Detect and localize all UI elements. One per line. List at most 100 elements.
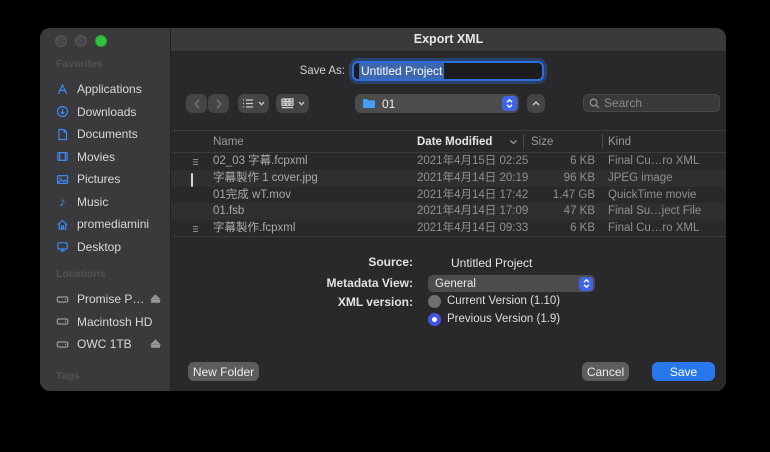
table-row[interactable]: 01完成 wT.mov 2021年4月14日 17:42 1.47 GB Qui… xyxy=(171,187,726,204)
new-folder-button[interactable]: New Folder xyxy=(188,362,259,381)
sidebar-item-label: Promise P… xyxy=(77,292,144,306)
documents-icon xyxy=(55,127,70,142)
sidebar-item-label: Desktop xyxy=(77,240,121,254)
search-field[interactable] xyxy=(583,94,720,112)
metadata-view-dropdown[interactable]: General xyxy=(428,275,595,292)
sidebar-item-applications[interactable]: Applications xyxy=(40,78,170,101)
xml-version-label: XML version: xyxy=(171,295,413,309)
sort-descending-icon xyxy=(509,136,518,148)
table-row[interactable]: 字幕製作.fcpxml 2021年4月14日 09:33 6 KB Final … xyxy=(171,220,726,237)
screen: Favorites Applications Downloads Documen… xyxy=(0,0,770,452)
file-kind: JPEG image xyxy=(608,170,673,187)
sidebar-item-label: Music xyxy=(77,195,108,209)
cancel-button[interactable]: Cancel xyxy=(582,362,629,381)
save-button[interactable]: Save xyxy=(652,362,715,381)
save-as-label: Save As: xyxy=(171,62,345,80)
radio-icon[interactable] xyxy=(428,295,441,308)
radio-current-version[interactable]: Current Version (1.10) xyxy=(428,294,560,308)
sidebar: Favorites Applications Downloads Documen… xyxy=(40,28,171,391)
folder-dropdown[interactable]: 01 xyxy=(355,94,519,113)
sidebar-item-desktop[interactable]: Desktop xyxy=(40,236,170,259)
file-name: 字幕製作 1 cover.jpg xyxy=(213,170,318,187)
eject-icon[interactable] xyxy=(150,338,161,349)
sidebar-header-locations: Locations xyxy=(40,266,170,282)
column-divider xyxy=(602,134,603,149)
stepper-icon xyxy=(579,277,593,291)
chevron-left-icon xyxy=(193,99,201,109)
stepper-icon xyxy=(502,96,517,111)
dialog-main: Export XML Save As: Untitled Project xyxy=(171,28,726,391)
folder-dropdown-value: 01 xyxy=(382,97,395,111)
file-name: 字幕製作.fcpxml xyxy=(213,220,295,237)
table-row[interactable]: 字幕製作 1 cover.jpg 2021年4月14日 20:19 96 KB … xyxy=(171,170,726,187)
sidebar-item-pictures[interactable]: Pictures xyxy=(40,168,170,191)
sidebar-header-tags: Tags xyxy=(40,368,170,384)
table-row[interactable]: 01.fsb 2021年4月14日 17:09 47 KB Final Su…j… xyxy=(171,203,726,220)
column-header-kind[interactable]: Kind xyxy=(608,131,631,153)
chevron-down-icon xyxy=(298,101,305,106)
radio-icon[interactable] xyxy=(428,313,441,326)
forward-button[interactable] xyxy=(208,94,229,113)
sidebar-item-documents[interactable]: Documents xyxy=(40,123,170,146)
sidebar-item-owc-1tb[interactable]: OWC 1TB xyxy=(40,333,170,356)
file-kind: Final Cu…ro XML xyxy=(608,220,699,237)
sidebar-item-promise[interactable]: Promise P… xyxy=(40,288,170,311)
column-header-name[interactable]: Name xyxy=(213,131,244,153)
close-button[interactable] xyxy=(55,35,67,47)
dialog-title: Export XML xyxy=(171,28,726,51)
save-as-input[interactable]: Untitled Project xyxy=(352,61,544,81)
sidebar-item-macintosh-hd[interactable]: Macintosh HD xyxy=(40,311,170,334)
file-date: 2021年4月14日 17:09 xyxy=(417,203,528,220)
drive-icon xyxy=(55,314,70,329)
chevron-down-icon xyxy=(258,101,265,106)
group-view-button[interactable] xyxy=(276,94,309,113)
sidebar-item-movies[interactable]: Movies xyxy=(40,146,170,169)
file-kind: Final Su…ject File xyxy=(608,203,701,220)
source-label: Source: xyxy=(171,255,413,269)
sidebar-item-label: Movies xyxy=(77,150,115,164)
downloads-icon xyxy=(55,104,70,119)
drive-icon xyxy=(55,337,70,352)
sidebar-item-label: OWC 1TB xyxy=(77,337,132,351)
folder-icon xyxy=(362,98,376,109)
file-size: 96 KB xyxy=(523,170,595,187)
column-header-size[interactable]: Size xyxy=(531,131,553,153)
music-icon: ♪ xyxy=(55,194,70,209)
file-size: 1.47 GB xyxy=(523,187,595,204)
sidebar-item-label: Downloads xyxy=(77,105,136,119)
sidebar-item-downloads[interactable]: Downloads xyxy=(40,101,170,124)
table-row[interactable]: 02_03 字幕.fcpxml 2021年4月15日 02:25 6 KB Fi… xyxy=(171,153,726,170)
desktop-icon xyxy=(55,239,70,254)
list-view-icon xyxy=(242,98,254,109)
sidebar-item-music[interactable]: ♪ Music xyxy=(40,191,170,214)
file-date: 2021年4月14日 20:19 xyxy=(417,170,528,187)
radio-label: Previous Version (1.9) xyxy=(447,313,560,325)
minimize-button[interactable] xyxy=(75,35,87,47)
movies-icon xyxy=(55,149,70,164)
metadata-view-label: Metadata View: xyxy=(171,276,413,290)
sidebar-item-promediamini[interactable]: promediamini xyxy=(40,213,170,236)
column-header-date-modified[interactable]: Date Modified xyxy=(417,131,492,153)
magnifier-icon xyxy=(589,98,600,109)
list-view-button[interactable] xyxy=(238,94,269,113)
export-xml-dialog: Favorites Applications Downloads Documen… xyxy=(40,28,726,391)
back-button[interactable] xyxy=(186,94,207,113)
file-table: Name Date Modified Size Kind 02_03 字幕.fc… xyxy=(171,130,726,237)
save-as-selected-text: Untitled Project xyxy=(359,63,444,79)
drive-icon xyxy=(55,292,70,307)
chevron-right-icon xyxy=(215,99,223,109)
file-name: 01.fsb xyxy=(213,203,244,220)
file-size: 6 KB xyxy=(523,220,595,237)
chevron-up-icon xyxy=(532,101,540,106)
source-value: Untitled Project xyxy=(451,256,532,270)
column-divider xyxy=(523,134,524,149)
zoom-button[interactable] xyxy=(95,35,107,47)
file-size: 47 KB xyxy=(523,203,595,220)
radio-label: Current Version (1.10) xyxy=(447,295,560,307)
eject-icon[interactable] xyxy=(150,293,161,304)
radio-previous-version[interactable]: Previous Version (1.9) xyxy=(428,312,560,326)
home-icon xyxy=(55,217,70,232)
search-input[interactable] xyxy=(604,96,714,110)
disclosure-button[interactable] xyxy=(527,94,545,113)
file-kind: QuickTime movie xyxy=(608,187,696,204)
